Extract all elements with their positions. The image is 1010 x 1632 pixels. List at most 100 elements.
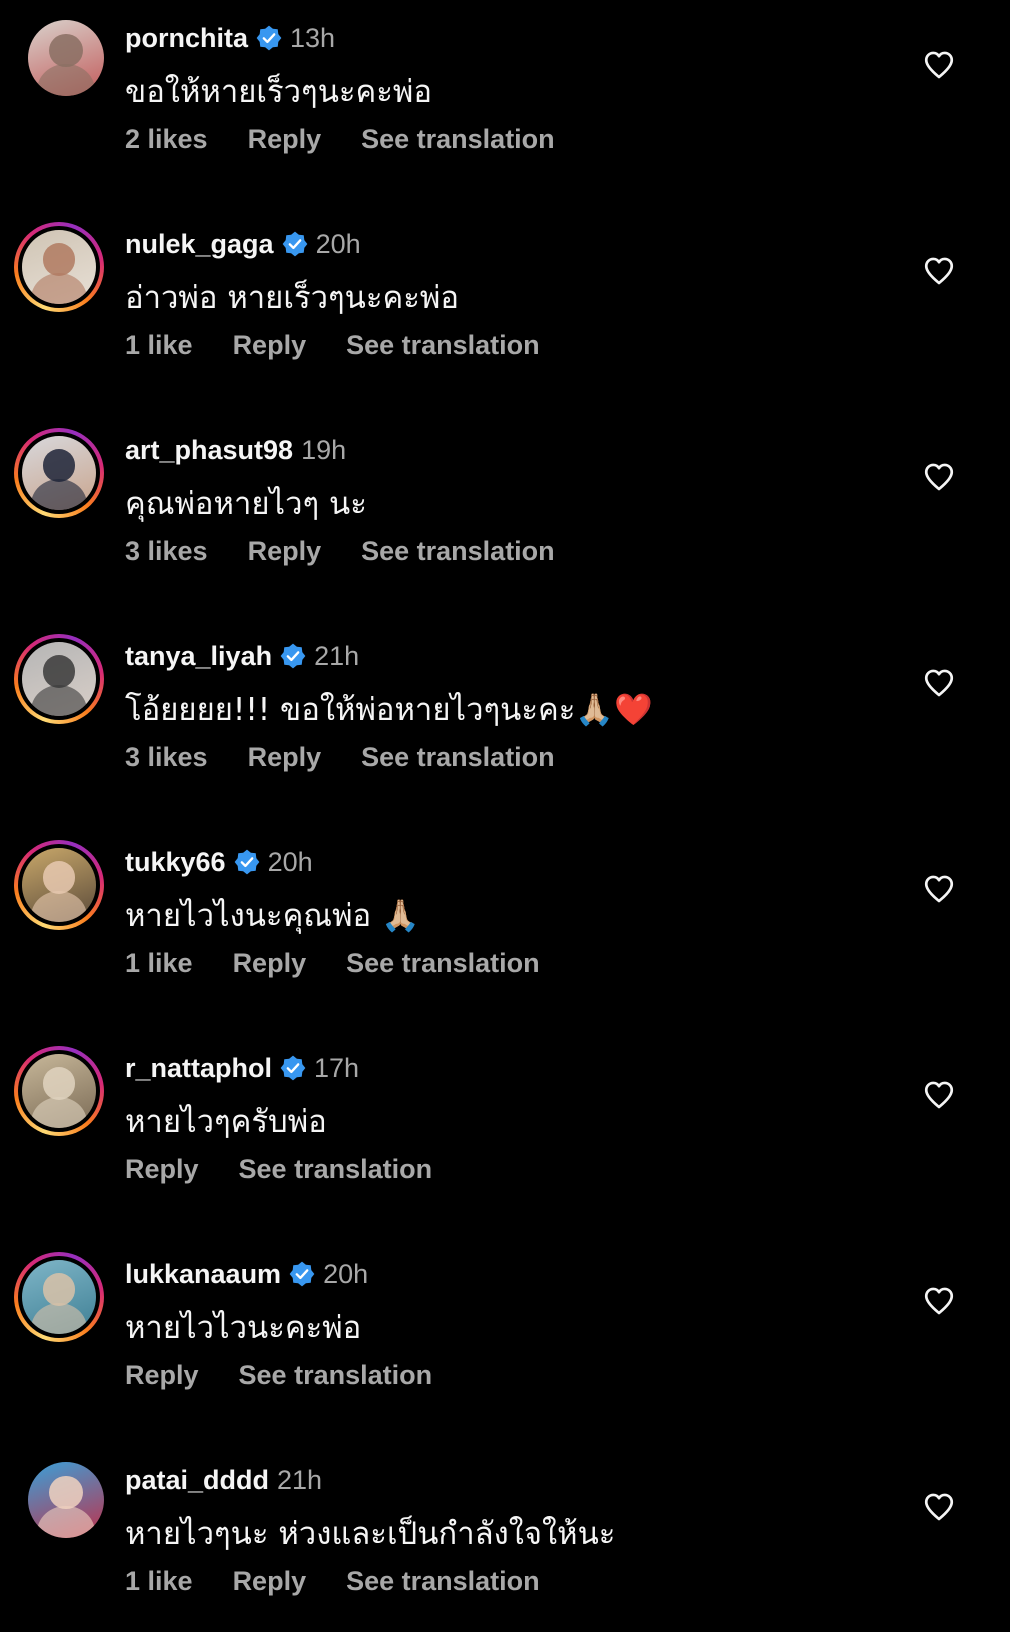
see-translation-button[interactable]: See translation <box>239 1360 433 1391</box>
heart-icon[interactable] <box>922 872 956 906</box>
username[interactable]: patai_dddd <box>125 1465 269 1496</box>
comment-text: คุณพ่อหายไวๆ นะ <box>125 486 367 522</box>
reply-button[interactable]: Reply <box>125 1360 199 1391</box>
username[interactable]: tukky66 <box>125 847 226 878</box>
avatar-image <box>22 436 96 510</box>
username[interactable]: nulek_gaga <box>125 229 274 260</box>
comment-row: lukkanaaum 20h หายไวไวนะคะพ่อ Reply See tran… <box>0 1236 1010 1426</box>
comment-row: art_phasut98 19h คุณพ่อหายไวๆ นะ 3 likes Rep… <box>0 412 1010 602</box>
avatar-image <box>22 1054 96 1128</box>
heart-icon[interactable] <box>922 1078 956 1112</box>
avatar[interactable] <box>14 1252 104 1342</box>
heart-icon[interactable] <box>922 1284 956 1318</box>
see-translation-button[interactable]: See translation <box>346 948 540 979</box>
see-translation-button[interactable]: See translation <box>346 1566 540 1597</box>
reply-button[interactable]: Reply <box>233 330 307 361</box>
timestamp: 21h <box>277 1464 323 1495</box>
username[interactable]: lukkanaaum <box>125 1259 281 1290</box>
story-ring-gap <box>18 844 100 926</box>
likes-count[interactable]: 3 likes <box>125 536 208 567</box>
likes-count[interactable]: 1 like <box>125 330 193 361</box>
heart-icon[interactable] <box>922 254 956 288</box>
likes-count[interactable]: 3 likes <box>125 742 208 773</box>
avatar-image <box>22 1260 96 1334</box>
comment-text: โอ้ยยยย!!! ขอให้พ่อหายไวๆนะคะ🙏🏼❤️ <box>125 692 653 728</box>
timestamp: 20h <box>267 846 313 877</box>
comment-actions: Reply See translation <box>125 1154 472 1185</box>
avatar-image <box>28 20 104 96</box>
comment-actions: 1 like Reply See translation <box>125 330 580 361</box>
timestamp: 21h <box>314 640 360 671</box>
comment-header: pornchita 13h <box>125 18 335 58</box>
comment-text: หายไวๆนะ ห่วงและเป็นกำลังใจให้นะ <box>125 1516 616 1552</box>
story-ring-gap <box>18 638 100 720</box>
avatar[interactable] <box>14 222 104 312</box>
comment-header: patai_dddd 21h <box>125 1460 322 1500</box>
username[interactable]: pornchita <box>125 23 248 54</box>
comment-actions: 3 likes Reply See translation <box>125 742 595 773</box>
avatar-image <box>22 848 96 922</box>
reply-button[interactable]: Reply <box>125 1154 199 1185</box>
comment-actions: 1 like Reply See translation <box>125 948 580 979</box>
avatar[interactable] <box>14 1046 104 1136</box>
username[interactable]: r_nattaphol <box>125 1053 272 1084</box>
comment-row: tukky66 20h หายไวไงนะคุณพ่อ 🙏🏼 1 like Reply S… <box>0 824 1010 1014</box>
avatar[interactable] <box>28 20 104 96</box>
see-translation-button[interactable]: See translation <box>361 536 555 567</box>
heart-icon[interactable] <box>922 48 956 82</box>
comment-header: r_nattaphol 17h <box>125 1048 359 1088</box>
verified-badge-icon <box>234 849 259 875</box>
comment-header: lukkanaaum 20h <box>125 1254 368 1294</box>
see-translation-button[interactable]: See translation <box>361 742 555 773</box>
comment-row: tanya_liyah 21h โอ้ยยยย!!! ขอให้พ่อหายไวๆน… <box>0 618 1010 808</box>
likes-count[interactable]: 1 like <box>125 948 193 979</box>
avatar[interactable] <box>14 428 104 518</box>
comment-actions: 2 likes Reply See translation <box>125 124 595 155</box>
comment-row: patai_dddd 21h หายไวๆนะ ห่วงและเป็นกำลังใจ… <box>0 1442 1010 1632</box>
comment-row: r_nattaphol 17h หายไวๆครับพ่อ Reply See tran… <box>0 1030 1010 1220</box>
comment-row: nulek_gaga 20h อ่าวพ่อ หายเร็วๆนะคะพ่อ 1 li… <box>0 206 1010 396</box>
avatar[interactable] <box>14 634 104 724</box>
comment-actions: 1 like Reply See translation <box>125 1566 580 1597</box>
comment-row: pornchita 13h ขอให้หายเร็วๆนะคะพ่อ 2 likes R… <box>0 0 1010 190</box>
avatar-image <box>22 642 96 716</box>
timestamp: 20h <box>323 1258 369 1289</box>
see-translation-button[interactable]: See translation <box>346 330 540 361</box>
comment-text: หายไวๆครับพ่อ <box>125 1104 327 1140</box>
story-ring-gap <box>18 226 100 308</box>
story-ring-gap <box>18 1256 100 1338</box>
username[interactable]: tanya_liyah <box>125 641 272 672</box>
likes-count[interactable]: 2 likes <box>125 124 208 155</box>
avatar-image <box>28 1462 104 1538</box>
verified-badge-icon <box>289 1261 315 1287</box>
reply-button[interactable]: Reply <box>233 948 307 979</box>
see-translation-button[interactable]: See translation <box>239 1154 433 1185</box>
avatar[interactable] <box>28 1462 104 1538</box>
verified-badge-icon <box>280 643 306 669</box>
reply-button[interactable]: Reply <box>248 742 322 773</box>
comment-header: nulek_gaga 20h <box>125 224 361 264</box>
comment-actions: Reply See translation <box>125 1360 472 1391</box>
comment-text: ขอให้หายเร็วๆนะคะพ่อ <box>125 74 432 110</box>
comment-text: หายไวไงนะคุณพ่อ 🙏🏼 <box>125 898 420 934</box>
comment-header: tukky66 20h <box>125 842 313 882</box>
reply-button[interactable]: Reply <box>248 536 322 567</box>
heart-icon[interactable] <box>922 1490 956 1524</box>
comment-text: อ่าวพ่อ หายเร็วๆนะคะพ่อ <box>125 280 459 316</box>
comment-header: art_phasut98 19h <box>125 430 346 470</box>
heart-icon[interactable] <box>922 666 956 700</box>
avatar[interactable] <box>14 840 104 930</box>
verified-badge-icon <box>282 231 307 257</box>
comment-header: tanya_liyah 21h <box>125 636 359 676</box>
likes-count[interactable]: 1 like <box>125 1566 193 1597</box>
reply-button[interactable]: Reply <box>248 124 322 155</box>
see-translation-button[interactable]: See translation <box>361 124 555 155</box>
username[interactable]: art_phasut98 <box>125 435 293 466</box>
verified-badge-icon <box>256 25 282 51</box>
comment-text: หายไวไวนะคะพ่อ <box>125 1310 362 1346</box>
reply-button[interactable]: Reply <box>233 1566 307 1597</box>
heart-icon[interactable] <box>922 460 956 494</box>
timestamp: 13h <box>290 22 336 53</box>
timestamp: 20h <box>315 228 361 259</box>
story-ring-gap <box>18 1050 100 1132</box>
